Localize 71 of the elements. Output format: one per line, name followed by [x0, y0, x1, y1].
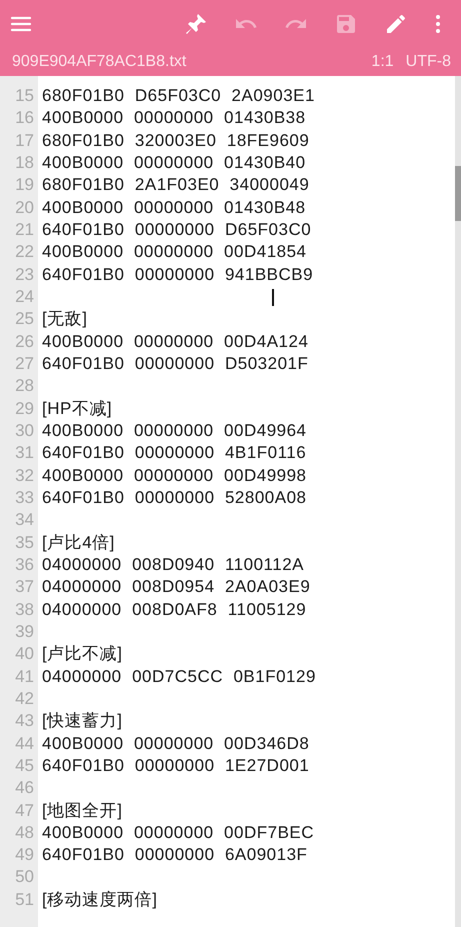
line-number: 20	[14, 196, 35, 219]
line-number: 42	[14, 688, 35, 710]
cursor-position: 1:1	[371, 53, 394, 71]
line-number: 37	[14, 576, 35, 598]
line-number: 34	[14, 509, 35, 532]
code-line: 04000000 00D7C5CC 0B1F0129	[42, 666, 316, 686]
line-number: 38	[14, 598, 35, 621]
code-line: 400B0000 00000000 00D49964	[42, 420, 307, 440]
line-number: 16	[14, 107, 35, 130]
code-line: 640F01B0 00000000 52800A08	[42, 488, 307, 507]
line-number: 23	[14, 264, 35, 286]
line-number: 30	[14, 420, 35, 442]
code-line: 04000000 008D0AF8 11005129	[42, 600, 306, 619]
line-number: 45	[14, 754, 35, 777]
line-number: 50	[14, 866, 35, 888]
code-line: 04000000 008D0954 2A0A03E9	[42, 577, 310, 596]
code-line: [移动速度两倍]	[42, 890, 158, 909]
line-number: 35	[14, 532, 35, 554]
line-number: 18	[14, 152, 35, 174]
code-line: 680F01B0 2A1F03E0 34000049	[42, 175, 310, 194]
code-line: 640F01B0 00000000 1E27D001	[42, 756, 310, 775]
code-line: [无敌]	[42, 309, 88, 328]
code-line: 640F01B0 00000000 4B1F0116	[42, 443, 306, 462]
line-number: 47	[14, 800, 35, 822]
code-line: 400B0000 00000000 00D49998	[42, 466, 307, 485]
code-line: [卢比4倍]	[42, 532, 115, 552]
line-number: 39	[14, 620, 35, 643]
code-line: 400B0000 00000000 00D346D8	[42, 734, 310, 753]
line-number: 40	[14, 643, 35, 666]
line-number: 25	[14, 308, 35, 330]
code-line: [地图全开]	[42, 800, 122, 820]
scrollbar-thumb[interactable]	[455, 166, 461, 221]
line-number: 27	[14, 352, 35, 375]
line-number: 29	[14, 398, 35, 420]
line-number: 51	[14, 888, 35, 911]
line-number: 26	[14, 330, 35, 353]
code-line: 680F01B0 D65F03C0 2A0903E1	[42, 86, 315, 105]
line-number: 19	[14, 174, 35, 196]
line-number: 44	[14, 732, 35, 755]
code-line: [卢比不减]	[42, 644, 122, 664]
line-number: 33	[14, 486, 35, 509]
line-number: 36	[14, 554, 35, 576]
line-number: 49	[14, 844, 35, 866]
code-line: 400B0000 00000000 00D41854	[42, 242, 307, 262]
code-line: 400B0000 00000000 00DF7BEC	[42, 822, 314, 842]
code-line: 04000000 008D0940 1100112A	[42, 554, 304, 574]
line-number: 41	[14, 666, 35, 688]
code-line: 640F01B0 00000000 D65F03C0	[42, 220, 312, 239]
code-line: 400B0000 00000000 00D4A124	[42, 332, 308, 351]
line-number: 32	[14, 464, 35, 487]
line-number: 48	[14, 822, 35, 844]
code-line: 640F01B0 00000000 D503201F	[42, 354, 308, 373]
code-line: 680F01B0 320003E0 18FE9609	[42, 130, 310, 150]
line-number: 22	[14, 241, 35, 264]
code-line: 400B0000 00000000 01430B48	[42, 198, 306, 217]
code-line: 640F01B0 00000000 941BBCB9	[42, 264, 314, 284]
line-number: 15	[14, 85, 35, 107]
line-number: 21	[14, 218, 35, 241]
line-number: 28	[14, 375, 35, 398]
code-line: 640F01B0 00000000 6A09013F	[42, 845, 308, 864]
code-line: 400B0000 00000000 01430B40	[42, 152, 306, 172]
line-number: 31	[14, 442, 35, 464]
code-line: [快速蓄力]	[42, 711, 122, 730]
code-line: 400B0000 00000000 01430B38	[42, 108, 306, 128]
code-line: [HP不减]	[42, 398, 112, 418]
line-number: 46	[14, 777, 35, 800]
file-name: 909E904AF78AC1B8.txt	[12, 53, 188, 71]
line-number: 43	[14, 710, 35, 732]
line-number: 24	[14, 286, 35, 308]
encoding-label: UTF-8	[406, 53, 451, 71]
line-number: 17	[14, 130, 35, 152]
